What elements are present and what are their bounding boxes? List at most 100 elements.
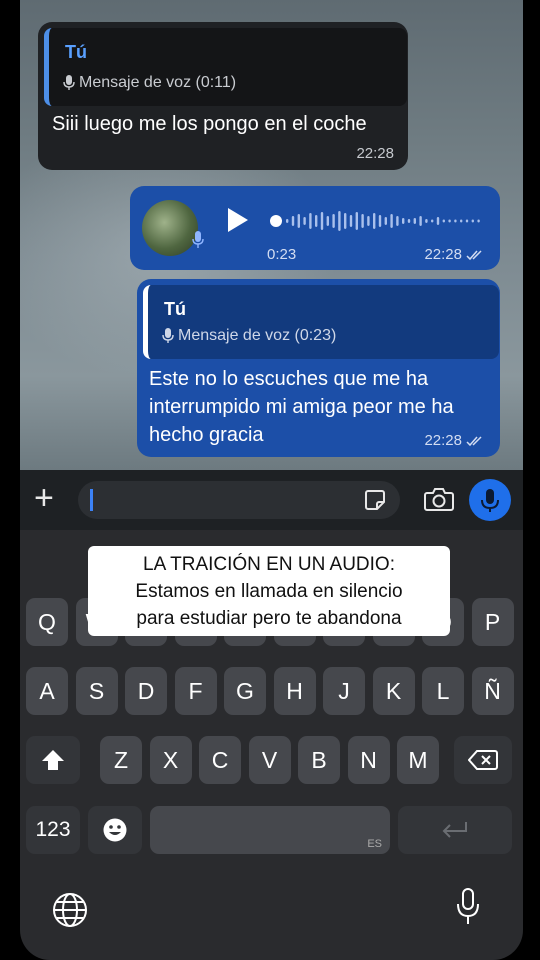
- quote-voice-note: Mensaje de voz (0:11): [63, 74, 236, 92]
- key-j[interactable]: J: [323, 667, 365, 715]
- emoji-key[interactable]: [88, 806, 142, 854]
- text-caret: [90, 489, 93, 511]
- waveform-bar: [477, 219, 480, 223]
- waveform-bar: [303, 217, 306, 225]
- voice-duration: 0:23: [267, 246, 297, 263]
- caption-line: para estudiar pero te abandona: [136, 607, 402, 629]
- waveform-bar: [326, 216, 329, 226]
- voice-message-bubble[interactable]: 0:23 22:28: [130, 186, 500, 270]
- waveform-bar: [384, 217, 387, 225]
- double-check-icon: [466, 249, 482, 260]
- composer-bar: +: [20, 470, 523, 530]
- waveform-bar: [471, 219, 474, 223]
- return-key[interactable]: [398, 806, 512, 854]
- backspace-key[interactable]: [454, 736, 512, 784]
- key-l[interactable]: L: [422, 667, 464, 715]
- avatar: [142, 200, 198, 256]
- key-ñ[interactable]: Ñ: [471, 667, 514, 715]
- waveform-bar: [338, 211, 341, 231]
- quote-text: Mensaje de voz (0:11): [79, 74, 237, 91]
- waveform-bar: [402, 218, 405, 224]
- waveform-bar: [297, 214, 300, 228]
- return-icon: [442, 822, 467, 838]
- quote-author: Tú: [65, 42, 87, 62]
- key-q[interactable]: Q: [26, 598, 68, 646]
- waveform-bar: [448, 219, 451, 223]
- play-icon[interactable]: [228, 208, 248, 232]
- language-indicator: ES: [367, 838, 382, 850]
- key-d[interactable]: D: [125, 667, 167, 715]
- waveform-bar: [332, 214, 335, 228]
- sticker-icon[interactable]: [364, 489, 386, 511]
- backspace-icon: [468, 750, 498, 770]
- caption-line: LA TRAICIÓN EN UN AUDIO:: [143, 553, 395, 575]
- microphone-icon: [481, 489, 499, 512]
- waveform-bar: [291, 216, 295, 226]
- record-voice-button[interactable]: [469, 479, 511, 521]
- waveform-bar: [320, 212, 324, 230]
- message-time: 22:28: [356, 145, 394, 162]
- waveform-bar: [436, 217, 440, 225]
- quoted-message[interactable]: Tú Mensaje de voz (0:11): [44, 28, 407, 106]
- key-g[interactable]: G: [224, 667, 266, 715]
- quote-voice-note: Mensaje de voz (0:23): [162, 327, 336, 345]
- message-bubble-received[interactable]: Tú Mensaje de voz (0:11) Siii luego me l…: [38, 22, 408, 170]
- message-text: Siii luego me los pongo en el coche: [52, 113, 367, 135]
- key-c[interactable]: C: [199, 736, 241, 784]
- waveform[interactable]: [270, 208, 482, 234]
- emoji-icon: [103, 818, 127, 842]
- waveform-bar: [413, 218, 416, 224]
- message-input[interactable]: [78, 481, 400, 519]
- message-line: interrumpido mi amiga peor me ha: [149, 396, 454, 418]
- key-f[interactable]: F: [174, 667, 217, 715]
- key-m[interactable]: M: [397, 736, 439, 784]
- waveform-bar: [309, 213, 312, 229]
- waveform-bar: [344, 213, 347, 229]
- numbers-key[interactable]: 123: [26, 806, 80, 854]
- shift-icon: [42, 750, 64, 770]
- globe-icon[interactable]: [52, 892, 88, 928]
- plus-icon[interactable]: +: [34, 480, 54, 516]
- key-p[interactable]: P: [471, 598, 514, 646]
- message-time: 22:28: [424, 246, 486, 263]
- waveform-bar: [349, 215, 353, 227]
- waveform-bar: [355, 212, 358, 230]
- waveform-bar: [454, 219, 457, 223]
- waveform-bar: [286, 219, 289, 223]
- waveform-bar: [361, 214, 364, 228]
- message-time: 22:28: [424, 432, 486, 449]
- waveform-bar: [431, 219, 434, 223]
- waveform-bar: [419, 216, 422, 226]
- shift-key[interactable]: [26, 736, 80, 784]
- caption-line: Estamos en llamada en silencio: [135, 580, 403, 602]
- message-bubble-sent[interactable]: Tú Mensaje de voz (0:23) Este no lo escu…: [137, 279, 500, 457]
- waveform-bar: [378, 215, 382, 227]
- waveform-bar: [390, 214, 393, 228]
- key-n[interactable]: N: [347, 736, 390, 784]
- space-key[interactable]: ES: [150, 806, 390, 854]
- key-k[interactable]: K: [372, 667, 415, 715]
- waveform-bar: [407, 219, 411, 223]
- waveform-bar: [442, 219, 445, 223]
- quoted-message[interactable]: Tú Mensaje de voz (0:23): [143, 285, 499, 359]
- waveform-bar: [425, 219, 428, 223]
- quote-text: Mensaje de voz (0:23): [178, 327, 337, 344]
- dictation-microphone-icon[interactable]: [455, 888, 481, 926]
- key-v[interactable]: V: [248, 736, 291, 784]
- key-s[interactable]: S: [75, 667, 118, 715]
- waveform-bar: [373, 213, 376, 229]
- microphone-icon: [63, 75, 75, 90]
- key-b[interactable]: B: [298, 736, 340, 784]
- waveform-bar: [367, 216, 370, 226]
- quote-author: Tú: [164, 299, 186, 319]
- waveform-bar: [396, 216, 399, 226]
- waveform-bar: [465, 219, 469, 223]
- microphone-icon: [162, 328, 174, 343]
- camera-icon[interactable]: [424, 486, 454, 512]
- waveform-bar: [460, 219, 463, 223]
- key-a[interactable]: A: [26, 667, 68, 715]
- key-h[interactable]: H: [273, 667, 316, 715]
- caption-overlay: LA TRAICIÓN EN UN AUDIO: Estamos en llam…: [88, 546, 450, 636]
- key-x[interactable]: X: [149, 736, 192, 784]
- key-z[interactable]: Z: [100, 736, 142, 784]
